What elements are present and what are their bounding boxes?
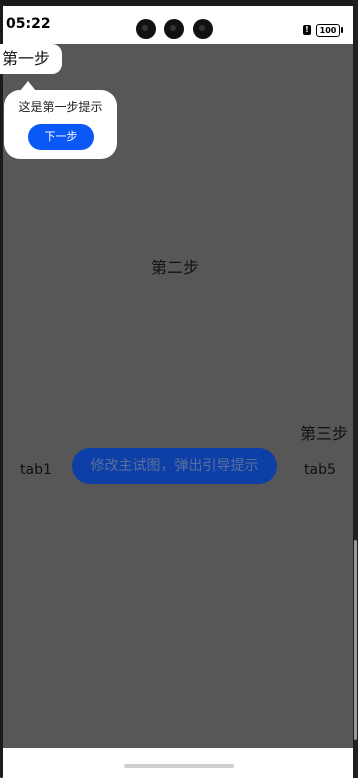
step3-label: 第三步 <box>300 424 349 443</box>
status-time: 05:22 <box>6 16 51 32</box>
bezel-right <box>353 0 358 778</box>
step1-highlight: 第一步 <box>0 44 62 74</box>
alert-icon: ! <box>303 25 311 35</box>
next-step-button[interactable]: 下一步 <box>28 124 94 150</box>
home-indicator[interactable] <box>124 764 234 768</box>
phone-frame: 05:22 ! 100 第二步 第三步 tab1 tab2 tab3 tab4 … <box>0 0 358 778</box>
camera-icon <box>136 19 156 39</box>
show-guide-button[interactable]: 修改主试图，弹出引导提示 <box>72 448 277 484</box>
tab-5[interactable]: tab5 <box>304 462 336 478</box>
navigation-bar <box>3 748 353 778</box>
step1-tip-bubble: 这是第一步提示 下一步 <box>4 90 117 159</box>
battery-tip <box>341 27 343 33</box>
camera-icon <box>193 19 213 39</box>
battery-icon: 100 <box>316 24 340 37</box>
tab-1[interactable]: tab1 <box>20 462 52 478</box>
step1-tip-text: 这是第一步提示 <box>18 100 103 114</box>
camera-icon <box>164 19 184 39</box>
step2-label: 第二步 <box>151 258 200 277</box>
